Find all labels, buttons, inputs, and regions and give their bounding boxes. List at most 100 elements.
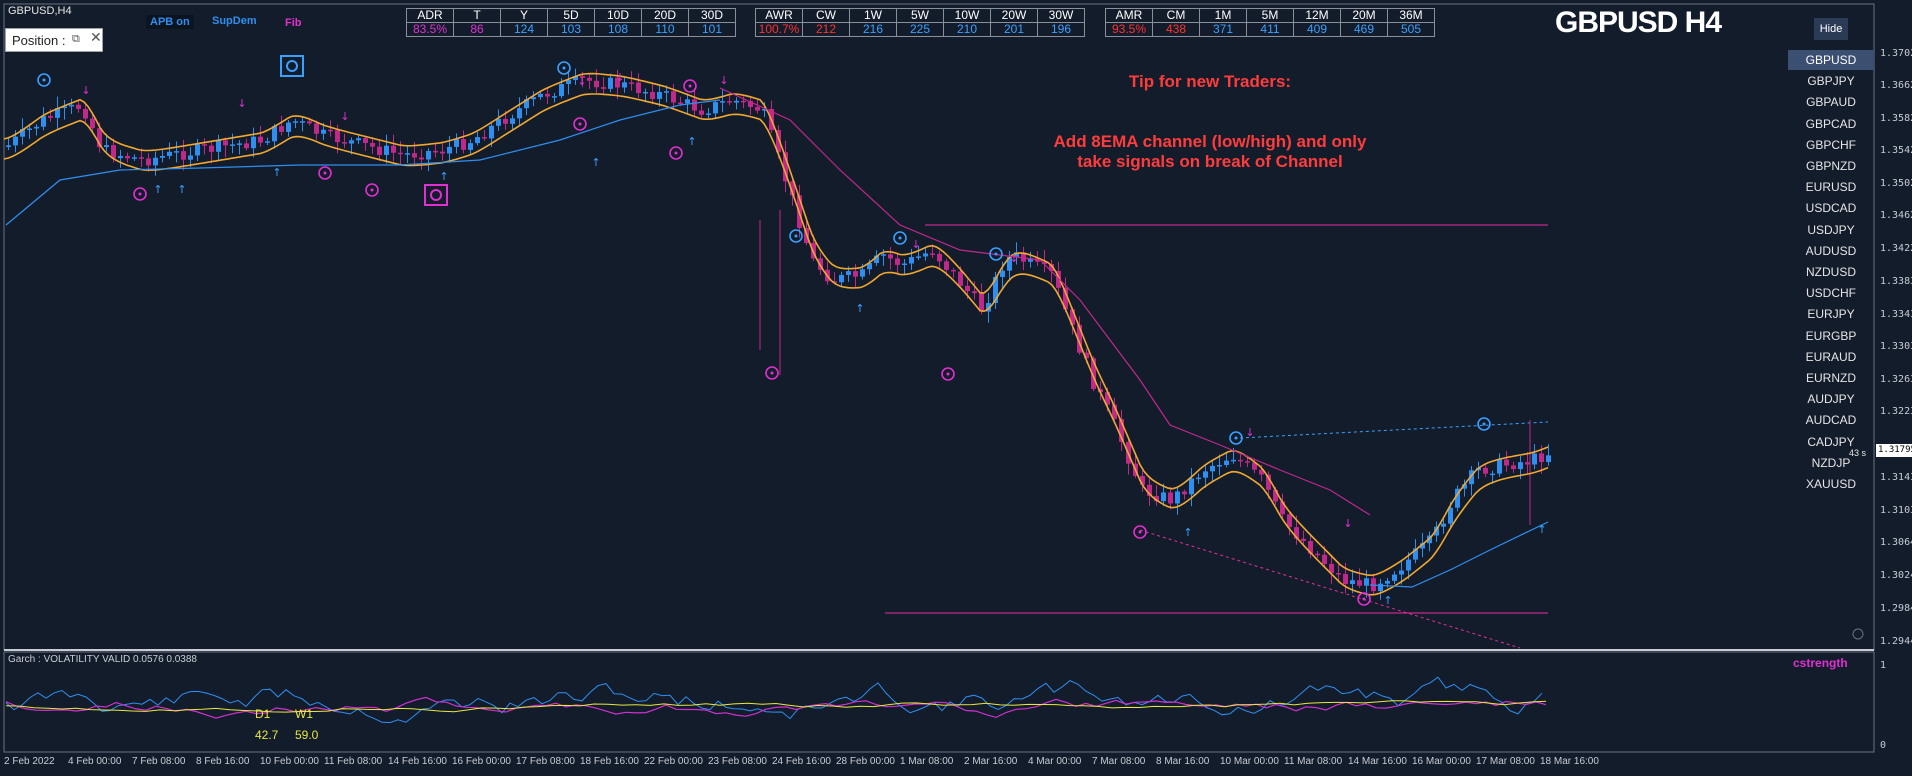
table-value: 409 bbox=[1293, 22, 1341, 37]
candle-body bbox=[944, 261, 949, 270]
candle-body bbox=[223, 140, 228, 146]
apb-toggle[interactable]: APB on bbox=[146, 15, 194, 29]
candle-body bbox=[594, 80, 599, 88]
symbol-button-xauusd[interactable]: XAUUSD bbox=[1788, 474, 1874, 494]
symbol-button-usdjpy[interactable]: USDJPY bbox=[1788, 220, 1874, 240]
time-label: 11 Mar 08:00 bbox=[1284, 756, 1343, 767]
candle-body bbox=[279, 126, 284, 132]
candle-body bbox=[720, 101, 725, 103]
time-label: 1 Mar 08:00 bbox=[900, 756, 954, 767]
candle-body bbox=[902, 263, 907, 266]
table-header: 1M bbox=[1199, 8, 1247, 23]
table-value: 83.5% bbox=[406, 22, 454, 37]
candle-body bbox=[230, 144, 235, 146]
symbol-button-usdchf[interactable]: USDCHF bbox=[1788, 283, 1874, 303]
candle-body bbox=[265, 141, 270, 143]
candle-body bbox=[1357, 580, 1362, 586]
symbol-button-gbpusd[interactable]: GBPUSD bbox=[1788, 50, 1874, 70]
tip-line-3: take signals on break of Channel bbox=[1077, 152, 1343, 171]
fib-toggle[interactable]: Fib bbox=[285, 17, 302, 29]
candle-body bbox=[1406, 559, 1411, 571]
arrow-down-icon: ↓ bbox=[615, 71, 624, 84]
table-header: 36M bbox=[1387, 8, 1435, 23]
candle-body bbox=[69, 104, 74, 107]
candle-body bbox=[1224, 460, 1229, 466]
supdem-toggle[interactable]: SupDem bbox=[212, 15, 257, 27]
symbol-button-nzdusd[interactable]: NZDUSD bbox=[1788, 262, 1874, 282]
price-chart[interactable]: ↑ ↑ ↑ ↑ ↑ ↑ ↑ ↑ ↑ ↑ ↓ ↓ ↓ ↓ ↓ ↓ ↓ ↓ ↓ ↓ bbox=[0, 0, 1912, 776]
symbol-button-audjpy[interactable]: AUDJPY bbox=[1788, 389, 1874, 409]
candle-body bbox=[48, 115, 53, 118]
buy-signal-circle-dot bbox=[1482, 422, 1486, 426]
symbol-button-euraud[interactable]: EURAUD bbox=[1788, 347, 1874, 367]
garch-line-blue bbox=[5, 676, 1543, 724]
candle-body bbox=[454, 139, 459, 147]
symbol-button-gbpcad[interactable]: GBPCAD bbox=[1788, 114, 1874, 134]
symbol-button-gbpjpy[interactable]: GBPJPY bbox=[1788, 71, 1874, 91]
symbol-button-gbpaud[interactable]: GBPAUD bbox=[1788, 92, 1874, 112]
candle-body bbox=[391, 145, 396, 153]
candle-body bbox=[1238, 459, 1243, 462]
symbol-button-eurnzd[interactable]: EURNZD bbox=[1788, 368, 1874, 388]
table-header: 20D bbox=[641, 8, 689, 23]
time-label: 4 Mar 00:00 bbox=[1028, 756, 1082, 767]
price-label: 1.31430 bbox=[1880, 472, 1912, 483]
w1-label: W1 bbox=[295, 707, 313, 721]
buy-signal-circle-dot bbox=[898, 236, 902, 240]
candle-body bbox=[1182, 491, 1187, 495]
table-header: ADR bbox=[406, 8, 454, 23]
symbol-button-usdcad[interactable]: USDCAD bbox=[1788, 198, 1874, 218]
candle-body bbox=[307, 121, 312, 124]
time-label: 8 Mar 16:00 bbox=[1156, 756, 1210, 767]
buy-signal-circle-dot bbox=[1234, 436, 1238, 440]
position-panel[interactable]: Position : ⧉ ✕ bbox=[5, 28, 103, 52]
candle-body bbox=[188, 155, 193, 160]
table-value: 196 bbox=[1037, 22, 1085, 37]
candle-body bbox=[1525, 462, 1530, 465]
candle-body bbox=[930, 253, 935, 255]
tip-text: Tip for new Traders: Add 8EMA channel (l… bbox=[1044, 72, 1376, 172]
price-label: 1.29840 bbox=[1880, 603, 1912, 614]
candle-body bbox=[412, 153, 417, 158]
price-label: 1.32230 bbox=[1880, 406, 1912, 417]
candle-body bbox=[83, 108, 88, 119]
symbol-button-eurjpy[interactable]: EURJPY bbox=[1788, 304, 1874, 324]
candle-body bbox=[1245, 461, 1250, 463]
price-label: 1.33430 bbox=[1880, 309, 1912, 320]
candle-body bbox=[174, 151, 179, 153]
candle-body bbox=[139, 157, 144, 159]
candle-body bbox=[384, 145, 389, 155]
hide-button[interactable]: Hide bbox=[1814, 18, 1848, 40]
candle-body bbox=[657, 91, 662, 99]
candle-body bbox=[41, 115, 46, 127]
candle-body bbox=[244, 143, 249, 149]
arrow-down-icon: ↓ bbox=[81, 84, 90, 97]
time-label: 4 Feb 00:00 bbox=[68, 756, 122, 767]
table-value: 212 bbox=[802, 22, 850, 37]
symbol-button-eurusd[interactable]: EURUSD bbox=[1788, 177, 1874, 197]
symbol-button-gbpchf[interactable]: GBPCHF bbox=[1788, 135, 1874, 155]
table-value: 216 bbox=[849, 22, 897, 37]
candle-body bbox=[258, 136, 263, 143]
table-value: 210 bbox=[943, 22, 991, 37]
symbol-button-gbpnzd[interactable]: GBPNZD bbox=[1788, 156, 1874, 176]
candle-body bbox=[202, 144, 207, 146]
candle-body bbox=[286, 122, 291, 132]
symbol-button-eurgbp[interactable]: EURGBP bbox=[1788, 326, 1874, 346]
candle-body bbox=[587, 77, 592, 81]
candle-body bbox=[1483, 467, 1488, 474]
candle-body bbox=[251, 136, 256, 149]
candle-body bbox=[517, 108, 522, 119]
time-label: 18 Mar 16:00 bbox=[1540, 756, 1599, 767]
close-icon[interactable]: ✕ bbox=[90, 30, 102, 46]
candle-body bbox=[356, 138, 361, 141]
buy-signal-circle-dot bbox=[994, 252, 998, 256]
candle-body bbox=[839, 274, 844, 283]
symbol-button-audusd[interactable]: AUDUSD bbox=[1788, 241, 1874, 261]
price-label: 1.33030 bbox=[1880, 341, 1912, 352]
restore-icon[interactable]: ⧉ bbox=[72, 32, 80, 46]
symbol-button-audcad[interactable]: AUDCAD bbox=[1788, 410, 1874, 430]
candle-body bbox=[1000, 270, 1005, 277]
candle-body bbox=[216, 140, 221, 152]
candle-body bbox=[1175, 491, 1180, 504]
